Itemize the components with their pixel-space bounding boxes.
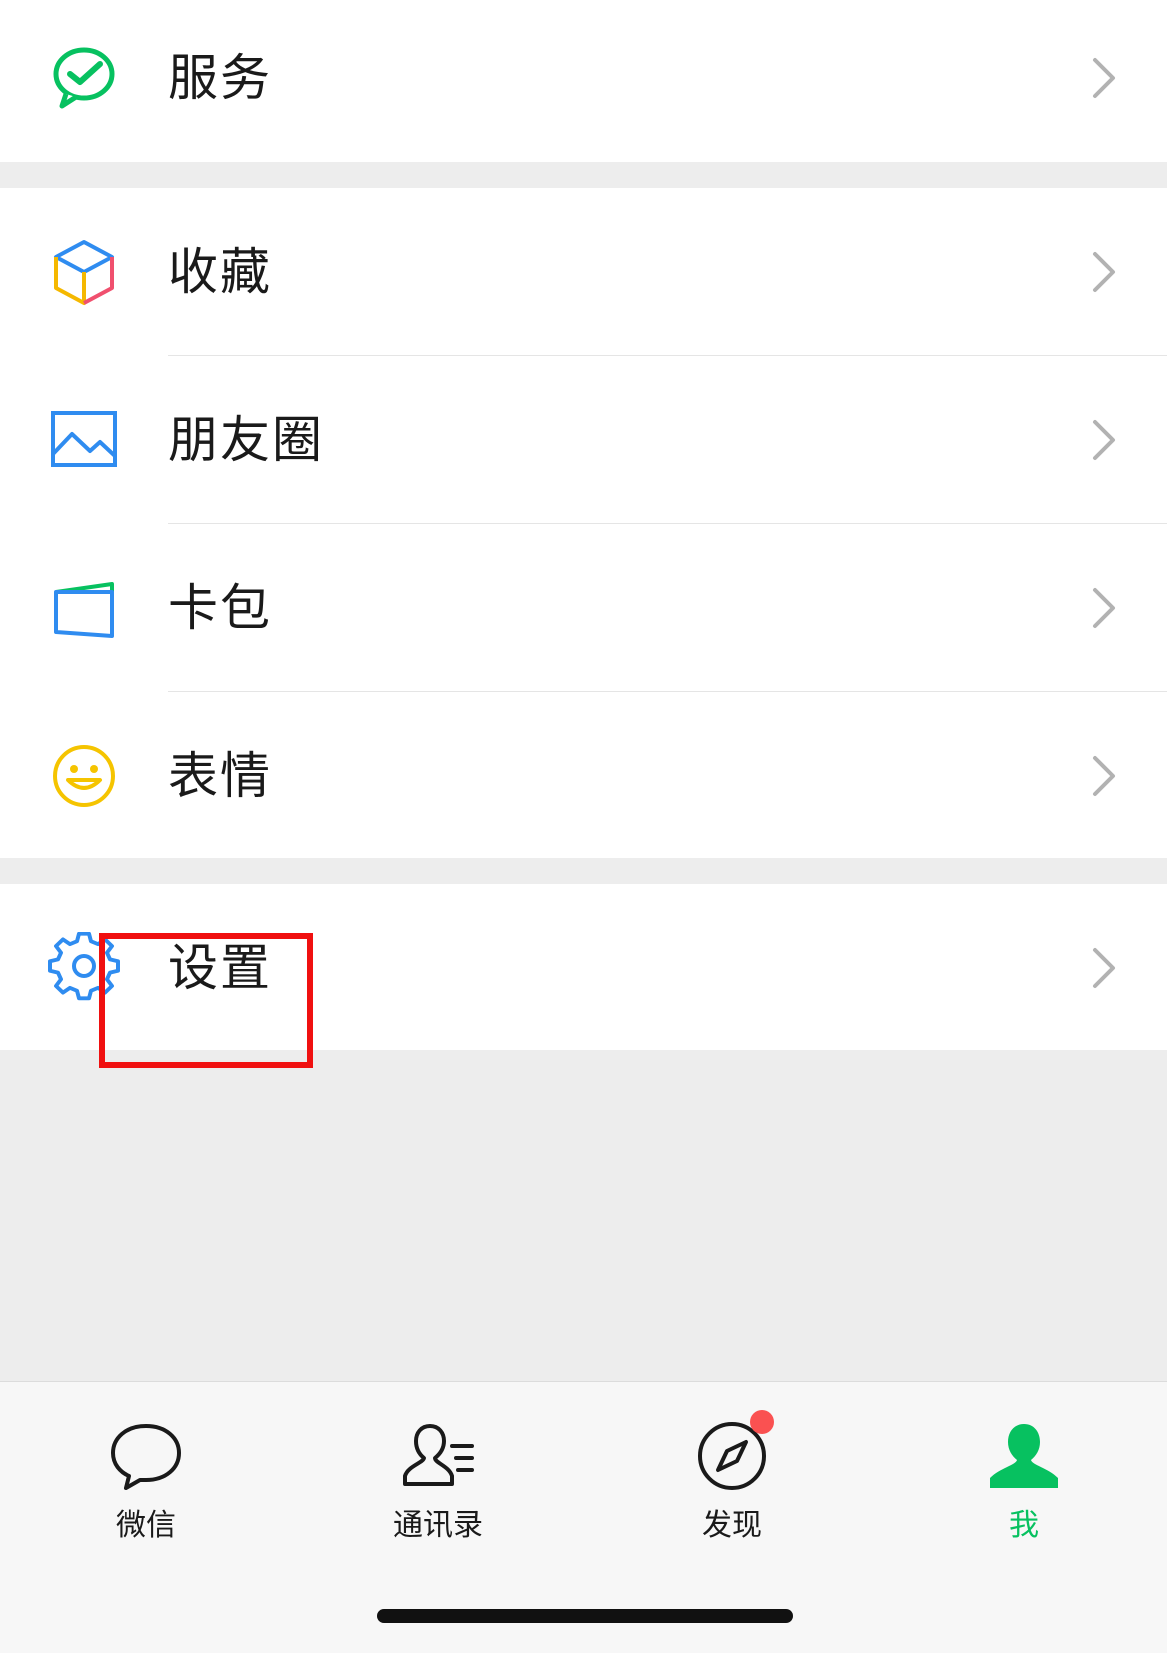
- cube-icon: [48, 236, 120, 308]
- chevron-right-icon: [1093, 252, 1115, 292]
- chevron-right-icon: [1093, 58, 1115, 98]
- menu-label-favorites: 收藏: [168, 243, 272, 301]
- menu-item-favorites[interactable]: 收藏: [0, 188, 1167, 356]
- tab-contacts[interactable]: 通讯录: [338, 1382, 538, 1552]
- home-indicator[interactable]: [377, 1609, 793, 1623]
- tab-label-chats: 微信: [116, 1508, 176, 1543]
- person-icon: [986, 1418, 1062, 1494]
- notification-dot: [750, 1410, 774, 1434]
- wallet-card-icon: [48, 572, 120, 644]
- features-group: 收藏 朋友圈 卡包 表情: [0, 188, 1167, 858]
- menu-label-services: 服务: [168, 49, 272, 107]
- menu-item-services[interactable]: 服务: [0, 0, 1167, 162]
- chat-bubble-icon: [108, 1418, 184, 1494]
- chevron-right-icon: [1093, 756, 1115, 796]
- tab-label-me: 我: [1009, 1508, 1039, 1543]
- tab-label-contacts: 通讯录: [393, 1508, 483, 1543]
- tab-chats[interactable]: 微信: [46, 1382, 246, 1552]
- chevron-right-icon: [1093, 420, 1115, 460]
- menu-item-stickers[interactable]: 表情: [0, 692, 1167, 860]
- contacts-icon: [400, 1418, 476, 1494]
- chevron-right-icon: [1093, 948, 1115, 988]
- tab-me[interactable]: 我: [924, 1382, 1124, 1552]
- tab-label-discover: 发现: [702, 1508, 762, 1543]
- tab-discover[interactable]: 发现: [632, 1382, 832, 1552]
- menu-label-stickers: 表情: [168, 747, 272, 805]
- services-group: 服务: [0, 0, 1167, 162]
- menu-item-cards[interactable]: 卡包: [0, 524, 1167, 692]
- menu-label-moments: 朋友圈: [168, 411, 324, 469]
- smiley-icon: [48, 740, 120, 812]
- picture-icon: [48, 404, 120, 476]
- menu-item-moments[interactable]: 朋友圈: [0, 356, 1167, 524]
- wechat-pay-check-icon: [48, 42, 120, 114]
- highlight-box: [99, 933, 313, 1068]
- chevron-right-icon: [1093, 588, 1115, 628]
- menu-label-cards: 卡包: [168, 579, 272, 637]
